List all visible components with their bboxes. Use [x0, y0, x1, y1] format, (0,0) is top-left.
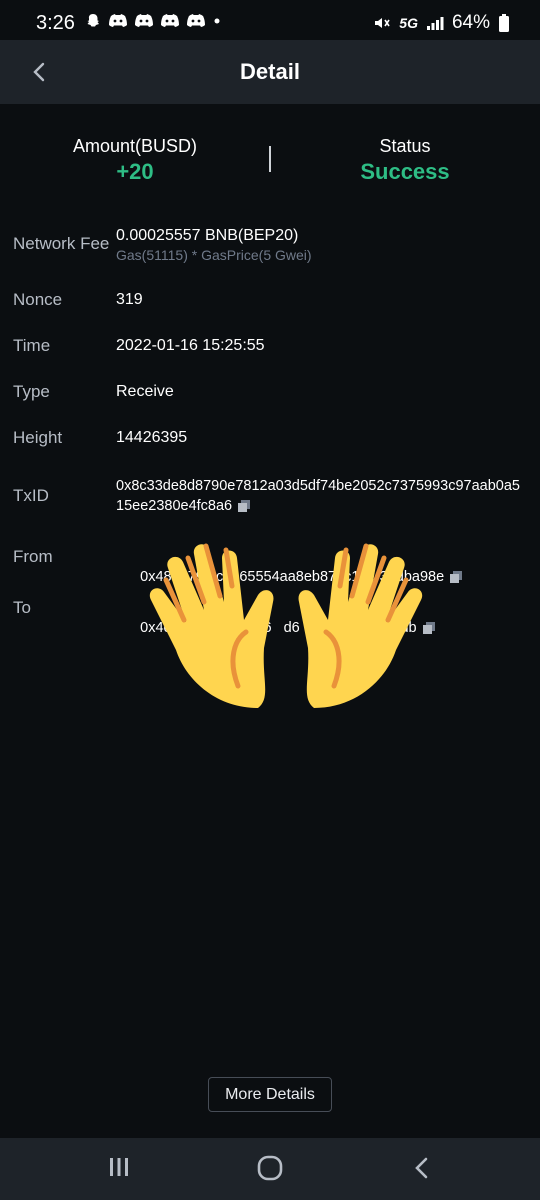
discord-icon: [161, 14, 179, 27]
amount-value: +20: [116, 159, 154, 184]
discord-icon: [135, 14, 153, 27]
nonce-value: 319: [116, 291, 143, 308]
notification-icons: [84, 12, 222, 30]
dot-icon: [214, 18, 220, 24]
status-label: Status: [379, 136, 431, 156]
to-label: To: [13, 598, 31, 617]
system-nav-bar: [0, 1138, 540, 1200]
page-title: Detail: [240, 59, 300, 84]
copy-icon[interactable]: [450, 571, 463, 584]
time-label: Time: [13, 336, 51, 355]
time-value: 2022-01-16 15:25:55: [116, 337, 265, 354]
network-fee-label: Network Fee: [13, 234, 110, 253]
snapchat-icon: [87, 14, 99, 27]
status-value: Success: [360, 159, 450, 184]
height-value: 14426395: [116, 429, 188, 446]
network-fee-value: 0.00025557 BNB(BEP20): [116, 227, 299, 244]
raising-hands-emoji: [149, 543, 423, 708]
amount-block: Amount(BUSD) +20: [0, 136, 270, 185]
txid-value-block[interactable]: 0x8c33de8d8790e7812a03d5df74be2052c73759…: [116, 476, 526, 516]
battery-icon: [499, 14, 509, 32]
type-label: Type: [13, 382, 50, 401]
status-block: Status Success: [270, 136, 540, 185]
height-label: Height: [13, 428, 63, 447]
copy-icon[interactable]: [238, 500, 251, 513]
more-details-button[interactable]: More Details: [208, 1077, 332, 1112]
app-bar: Detail: [0, 40, 540, 104]
battery-percent: 64%: [451, 12, 490, 33]
amount-label: Amount(BUSD): [72, 136, 198, 156]
network-fee-gas: Gas(51115) * GasPrice(5 Gwei): [116, 247, 312, 263]
transaction-summary: Amount(BUSD) +20 Status Success: [0, 130, 540, 190]
network-type: 5G: [399, 15, 418, 31]
nonce-label: Nonce: [13, 290, 63, 309]
back-icon[interactable]: [408, 1154, 436, 1182]
right-hand: [298, 543, 423, 708]
recents-icon[interactable]: [106, 1154, 132, 1180]
system-icons: 5G 64%: [373, 12, 510, 34]
txid-value[interactable]: 0x8c33de8d8790e7812a03d5df74be2052c73759…: [116, 478, 520, 514]
signal-icon: [426, 17, 444, 30]
network-fee-value-block: 0.00025557 BNB(BEP20) Gas(51115) * GasPr…: [116, 226, 526, 264]
discord-icon: [187, 14, 205, 27]
type-value: Receive: [116, 383, 174, 400]
discord-icon: [109, 14, 127, 27]
left-hand: [149, 543, 274, 708]
from-label: From: [13, 547, 53, 566]
mute-icon: [375, 18, 390, 28]
txid-label: TxID: [13, 486, 49, 505]
status-time: 3:26: [36, 12, 75, 34]
home-icon[interactable]: [256, 1154, 284, 1182]
